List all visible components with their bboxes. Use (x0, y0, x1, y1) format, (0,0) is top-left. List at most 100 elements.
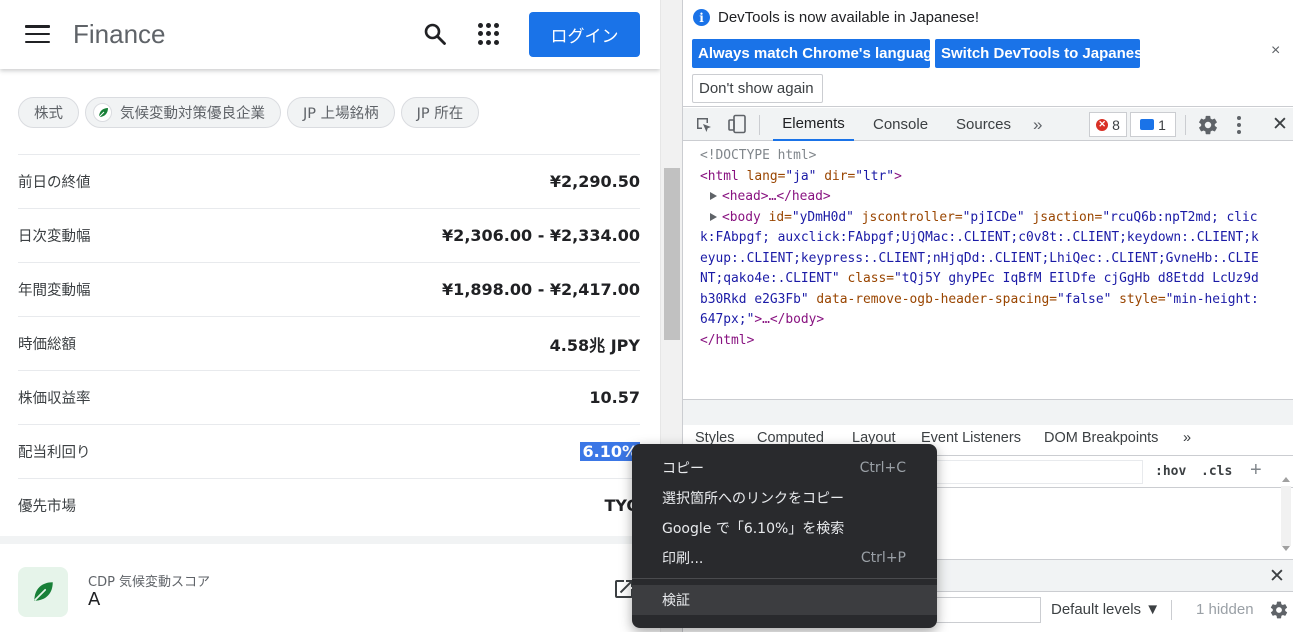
toolbar-separator (1185, 115, 1186, 135)
devtools-close-icon[interactable]: ✕ (1272, 113, 1288, 136)
chip-label: 気候変動対策優良企業 (120, 106, 265, 122)
chip-stock[interactable]: 株式 (18, 97, 79, 128)
stat-label: 優先市場 (18, 499, 76, 515)
tab-sources[interactable]: Sources (956, 108, 1011, 141)
stat-value: ¥2,290.50 (549, 172, 640, 191)
info-icon: i (693, 9, 710, 26)
toolbar-separator (1171, 600, 1172, 620)
tab-dom-breakpoints[interactable]: DOM Breakpoints (1044, 430, 1158, 446)
hamburger-menu-icon[interactable] (25, 25, 50, 45)
value-text: "ja" (785, 168, 817, 184)
attr-text: style= (1111, 291, 1166, 307)
hover-state-toggle[interactable]: :hov (1155, 464, 1186, 479)
more-options-icon[interactable] (1236, 116, 1242, 134)
dom-body-cont: k:FAbpgf; auxclick:FAbpgf;UjQMac:.CLIENT… (700, 228, 1293, 249)
page-scrollbar-thumb[interactable] (664, 168, 680, 340)
expand-triangle-icon[interactable] (710, 192, 717, 200)
tag-text: <body (722, 209, 761, 225)
stat-value: ¥2,306.00 - ¥2,334.00 (442, 226, 640, 245)
context-menu: コピー Ctrl+C 選択箇所へのリンクをコピー Google で「6.10%」… (632, 444, 937, 628)
hidden-messages-count: 1 hidden (1196, 601, 1254, 618)
language-infobar: i DevTools is now available in Japanese!… (683, 0, 1293, 107)
stat-row-primary-exchange: 優先市場 TYO (18, 478, 640, 532)
dom-html-open[interactable]: <html lang="ja" dir="ltr"> (700, 167, 1293, 188)
device-toolbar-icon[interactable] (727, 114, 747, 134)
more-tabs-icon[interactable]: » (1183, 430, 1191, 446)
error-count: 8 (1112, 116, 1120, 133)
menu-item-inspect[interactable]: 検証 (632, 585, 937, 615)
menu-item-print[interactable]: 印刷... Ctrl+P (632, 543, 937, 573)
dom-tree[interactable]: <!DOCTYPE html> <html lang="ja" dir="ltr… (683, 142, 1293, 399)
stat-value: ¥1,898.00 - ¥2,417.00 (442, 280, 640, 299)
log-levels-dropdown[interactable]: Default levels ▼ (1051, 601, 1160, 618)
menu-item-copy-link-to-highlight[interactable]: 選択箇所へのリンクをコピー (632, 483, 937, 513)
styles-filter-input[interactable] (933, 460, 1143, 484)
tab-event-listeners[interactable]: Event Listeners (921, 430, 1021, 446)
chip-jp-listed[interactable]: JP 上場銘柄 (287, 97, 395, 128)
menu-item-label: 検証 (662, 593, 690, 609)
cdp-score-card[interactable]: CDP 気候変動スコア A (0, 544, 660, 632)
console-settings-gear-icon[interactable] (1269, 600, 1289, 620)
infobar-close-icon[interactable]: × (1271, 42, 1280, 60)
doctype-text: <!DOCTYPE html> (700, 148, 817, 163)
login-button[interactable]: ログイン (529, 12, 640, 57)
expand-triangle-icon[interactable] (710, 212, 717, 221)
value-text: k:FAbpgf; auxclick:FAbpgf;UjQMac:.CLIENT… (700, 230, 1259, 245)
drawer-close-icon[interactable]: ✕ (1269, 565, 1285, 588)
key-stats-table: 前日の終値 ¥2,290.50 日次変動幅 ¥2,306.00 - ¥2,334… (18, 154, 640, 532)
chip-jp-location[interactable]: JP 所在 (400, 97, 480, 128)
infobar-message: DevTools is now available in Japanese! (718, 9, 979, 26)
stat-row-previous-close: 前日の終値 ¥2,290.50 (18, 154, 640, 208)
search-icon[interactable] (423, 22, 447, 46)
leaf-icon (93, 103, 112, 122)
menu-item-label: Google で「6.10%」を検索 (662, 521, 845, 537)
stat-row-market-cap: 時価総額 4.58兆 JPY (18, 316, 640, 370)
chip-climate-leader[interactable]: 気候変動対策優良企業 (85, 97, 281, 128)
value-text: "yDmH0d" (791, 209, 854, 225)
settings-gear-icon[interactable] (1197, 114, 1219, 136)
class-toggle[interactable]: .cls (1201, 464, 1232, 479)
cdp-score-label: CDP 気候変動スコア (88, 575, 211, 590)
styles-scrollbar[interactable] (1279, 470, 1293, 556)
dom-head[interactable]: <head>…</head> (700, 187, 1293, 208)
dom-html-close[interactable]: </html> (700, 331, 1293, 352)
chip-label: JP 所在 (416, 106, 464, 122)
attr-text: id= (760, 209, 792, 225)
apps-grid-icon[interactable] (478, 23, 500, 45)
value-text: "rcuQ6b:npT2md; clic (1102, 209, 1258, 225)
message-count: 1 (1158, 116, 1166, 133)
stat-label: 日次変動幅 (18, 229, 91, 245)
menu-item-search-google[interactable]: Google で「6.10%」を検索 (632, 513, 937, 543)
dont-show-again-button[interactable]: Don't show again (692, 74, 823, 103)
dom-body-cont: NT;qako4e:.CLIENT" class="tQj5Y ghyPEc I… (700, 269, 1293, 290)
finance-logo[interactable]: Finance (73, 19, 166, 50)
more-tabs-icon[interactable]: » (1033, 108, 1042, 141)
dom-body-cont: 647px;">…</body> (700, 310, 1293, 331)
menu-item-label: 選択箇所へのリンクをコピー (662, 491, 844, 507)
inspect-element-icon[interactable] (695, 116, 713, 134)
value-text: "pjICDe" (962, 209, 1025, 225)
stat-label: 年間変動幅 (18, 283, 91, 299)
category-chips: 株式 気候変動対策優良企業 JP 上場銘柄 JP 所在 (18, 97, 480, 128)
error-count-badge[interactable]: ✕ 8 (1089, 112, 1127, 137)
stat-value: 10.57 (589, 388, 640, 407)
menu-item-label: 印刷... (662, 551, 704, 567)
stat-value: 4.58兆 JPY (549, 335, 640, 355)
message-count-badge[interactable]: 1 (1130, 112, 1176, 137)
tab-elements[interactable]: Elements (773, 108, 854, 141)
console-filter-input[interactable] (933, 597, 1041, 623)
chip-label: 株式 (34, 106, 63, 122)
attr-text: class= (839, 271, 895, 286)
attr-text: jscontroller= (853, 209, 963, 225)
menu-item-label: コピー (662, 461, 704, 477)
chip-label: JP 上場銘柄 (303, 106, 379, 122)
dom-doctype[interactable]: <!DOCTYPE html> (700, 146, 1293, 167)
switch-to-japanese-button[interactable]: Switch DevTools to Japanese (935, 39, 1151, 68)
tab-console[interactable]: Console (873, 108, 928, 141)
new-style-rule-icon[interactable]: + (1250, 459, 1262, 482)
dom-body-cont: eyup:.CLIENT;keypress:.CLIENT;nHjqDd:.CL… (700, 249, 1293, 270)
menu-item-copy[interactable]: コピー Ctrl+C (632, 453, 937, 483)
always-match-language-button[interactable]: Always match Chrome's language (692, 39, 941, 68)
dom-body[interactable]: <body id="yDmH0d" jscontroller="pjICDe" … (700, 208, 1293, 229)
value-text: "min-height: (1165, 291, 1259, 307)
